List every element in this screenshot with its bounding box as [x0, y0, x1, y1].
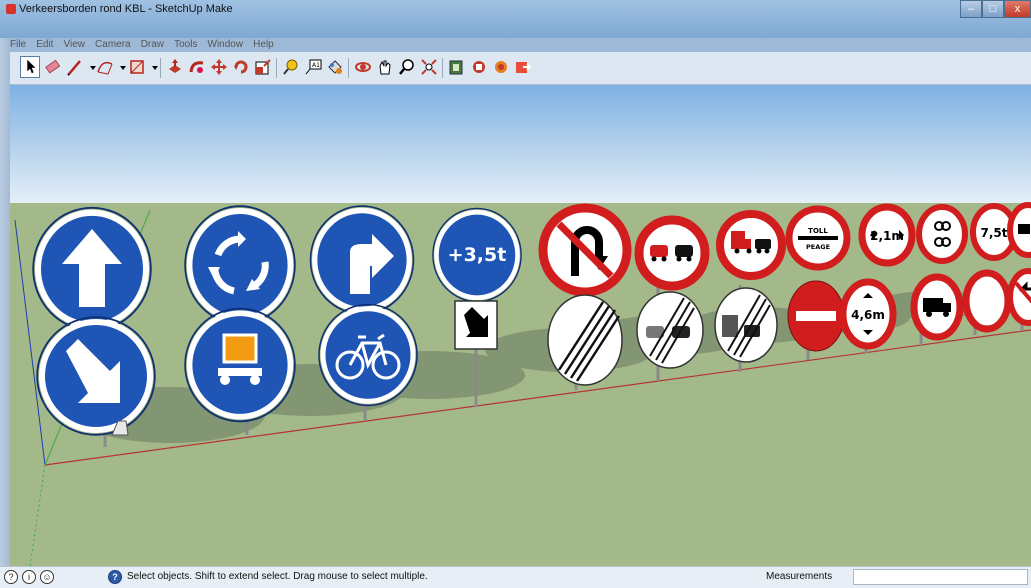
sign-closed-road[interactable] [962, 269, 1012, 333]
components-icon[interactable] [492, 58, 510, 76]
move-icon[interactable] [210, 58, 228, 76]
dropdown-arrow-icon[interactable] [114, 58, 126, 76]
rectangle-icon[interactable] [128, 58, 146, 76]
toolbar-separator [160, 58, 161, 78]
svg-text:A1: A1 [312, 62, 320, 69]
credits-icon[interactable]: i [22, 570, 36, 584]
scale-icon[interactable] [254, 58, 272, 76]
paint-bucket-icon[interactable] [326, 58, 344, 76]
weight-limit-text: 7,5t [981, 226, 1008, 240]
sign-no-u-turn[interactable] [538, 203, 632, 297]
sign-plus-weight[interactable]: +3,5t [433, 208, 521, 301]
menu-bar: File Edit View Camera Draw Tools Window … [10, 38, 281, 52]
share-model-icon[interactable] [514, 58, 532, 76]
status-bar: ? i ☺ ? Select objects. Shift to extend … [0, 566, 1031, 588]
warehouse-icon[interactable] [448, 58, 466, 76]
arc-icon[interactable] [96, 58, 114, 76]
window-title: Verkeersborden rond KBL - SketchUp Make [19, 3, 233, 15]
toolbar-separator [276, 58, 277, 78]
select-icon[interactable] [20, 56, 40, 78]
sign-end-of-restrictions[interactable] [547, 294, 623, 386]
sign-keep-right[interactable] [37, 317, 155, 435]
eraser-icon[interactable] [44, 58, 62, 76]
menu-window[interactable]: Window [208, 38, 244, 52]
toolbar-separator [348, 58, 349, 78]
menu-camera[interactable]: Camera [95, 38, 131, 52]
menu-edit[interactable]: Edit [36, 38, 53, 52]
maximize-button[interactable]: □ [982, 0, 1004, 18]
tape-measure-icon[interactable] [282, 58, 300, 76]
sign-toll[interactable]: TOLL PEAGE [785, 205, 851, 271]
text-icon[interactable]: A1 [304, 58, 322, 76]
window-left-edge [0, 38, 10, 566]
instructor-help-icon[interactable]: ? [108, 570, 122, 584]
sign-end-no-overtaking-trucks[interactable] [714, 287, 778, 363]
extension-icon[interactable] [470, 58, 488, 76]
sign-max-height[interactable]: 4,6m [839, 278, 897, 350]
sign-ahead-only[interactable] [33, 208, 151, 331]
dropdown-arrow-icon[interactable] [84, 58, 96, 76]
menu-file[interactable]: File [10, 38, 26, 52]
toolbar: A1 [10, 52, 1031, 85]
sign-no-overtaking[interactable] [634, 215, 710, 291]
rotate-icon[interactable] [232, 58, 250, 76]
sign-arrow-down-right[interactable] [454, 300, 498, 350]
sign-roundabout[interactable] [185, 206, 295, 324]
zoom-extents-icon[interactable] [420, 58, 438, 76]
toll-bottom-text: PEAGE [806, 243, 830, 251]
sign-turn-right[interactable] [311, 206, 414, 314]
geo-location-icon[interactable]: ? [4, 570, 18, 584]
menu-help[interactable]: Help [253, 38, 274, 52]
minimize-button[interactable]: – [960, 0, 982, 18]
status-hint: Select objects. Shift to extend select. … [127, 571, 428, 582]
sign-no-motorcycles[interactable] [916, 204, 968, 264]
height-limit-text: 4,6m [851, 308, 885, 322]
measurements-label: Measurements [766, 571, 833, 582]
sign-cycle-path[interactable] [319, 305, 417, 406]
sign-end-no-overtaking[interactable] [636, 291, 704, 369]
pan-icon[interactable] [376, 58, 394, 76]
sketchup-logo-icon [6, 4, 16, 14]
toll-top-text: TOLL [808, 227, 828, 235]
width-limit-text: 2,1m [870, 229, 904, 243]
sign-no-overtaking-trucks[interactable] [716, 210, 786, 280]
pencil-line-icon[interactable] [66, 58, 84, 76]
sign-max-width[interactable]: 2,1m [858, 203, 916, 267]
menu-view[interactable]: View [63, 38, 85, 52]
sign-dangerous-goods[interactable] [185, 309, 295, 422]
sign-no-trucks[interactable] [910, 273, 964, 341]
follow-me-icon[interactable] [188, 58, 206, 76]
sign-no-entry[interactable] [787, 280, 845, 352]
menu-draw[interactable]: Draw [141, 38, 164, 52]
sign-partial-right-1[interactable] [1007, 202, 1031, 258]
toolbar-separator [442, 58, 443, 78]
user-account-icon[interactable]: ☺ [40, 570, 54, 584]
menu-tools[interactable]: Tools [174, 38, 197, 52]
plus-weight-text: +3,5t [448, 244, 507, 266]
orbit-icon[interactable] [354, 58, 372, 76]
title-bar: Verkeersborden rond KBL - SketchUp Make … [0, 0, 1031, 38]
sign-partial-right-2[interactable] [1007, 268, 1031, 326]
close-button[interactable]: x [1004, 0, 1031, 18]
sky [10, 85, 1031, 203]
push-pull-icon[interactable] [166, 58, 184, 76]
3d-viewport[interactable]: +3,5t TOLL PEAGE 2,1m 4,6m 7,5t [10, 85, 1031, 566]
measurements-input[interactable] [853, 569, 1028, 585]
zoom-icon[interactable] [398, 58, 416, 76]
dropdown-arrow-icon[interactable] [146, 58, 158, 76]
